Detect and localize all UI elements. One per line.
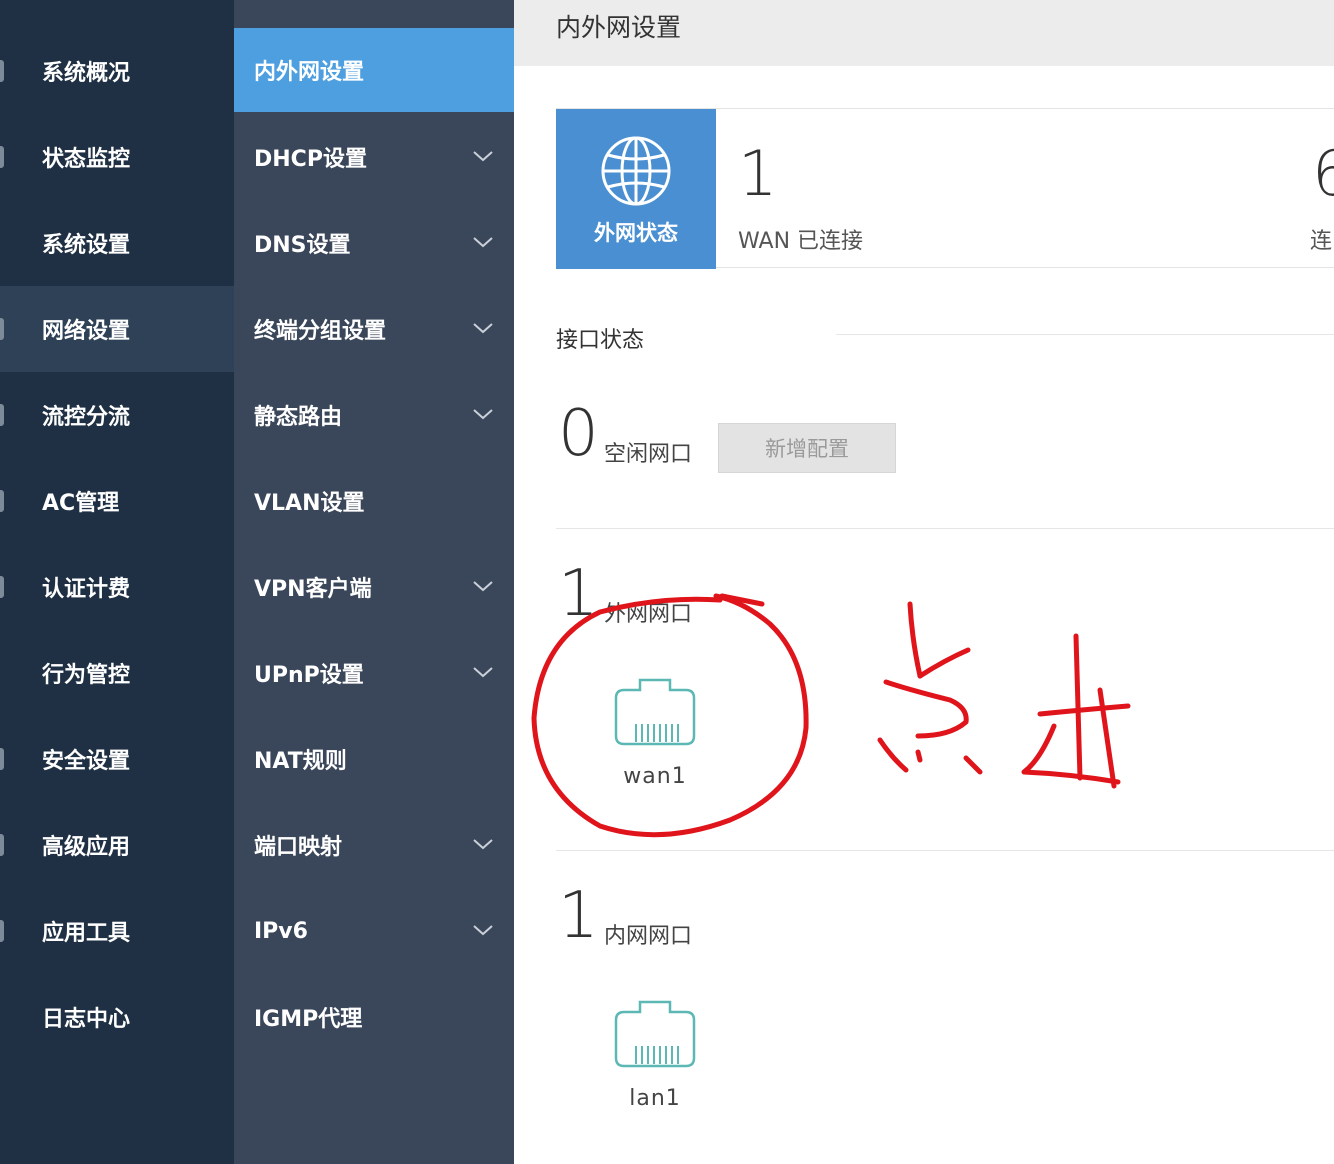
nav2-item-terminal-group[interactable]: 终端分组设置 bbox=[234, 286, 514, 372]
port-wan1[interactable]: wan1 bbox=[600, 676, 710, 806]
add-config-button[interactable]: 新增配置 bbox=[718, 423, 896, 473]
page-title: 内外网设置 bbox=[556, 13, 682, 42]
nav2-item-nat-rules[interactable]: NAT规则 bbox=[234, 716, 514, 802]
nav1-item-system-settings[interactable]: 系统设置 bbox=[0, 200, 234, 286]
nav1-item-system-overview[interactable]: 系统概况 bbox=[0, 28, 234, 114]
nav1-item-label: 高级应用 bbox=[42, 835, 131, 860]
chevron-down-icon bbox=[473, 409, 493, 420]
nav2-item-dhcp[interactable]: DHCP设置 bbox=[234, 114, 514, 200]
section-divider bbox=[556, 850, 1334, 851]
port-lan1[interactable]: lan1 bbox=[600, 998, 710, 1128]
nav1-edge-marker bbox=[0, 748, 4, 770]
nav1-item-label: 流控分流 bbox=[42, 405, 131, 430]
nav2-item-label: VLAN设置 bbox=[254, 491, 365, 516]
nav1-item-label: 日志中心 bbox=[42, 1007, 131, 1032]
nav1-item-label: 应用工具 bbox=[42, 921, 131, 946]
wan-connected-label: WAN 已连接 bbox=[738, 229, 864, 254]
nav2-item-label: VPN客户端 bbox=[254, 577, 372, 602]
section-divider bbox=[836, 334, 1334, 335]
nav1-item-behavior-control[interactable]: 行为管控 bbox=[0, 630, 234, 716]
nav2-item-dns[interactable]: DNS设置 bbox=[234, 200, 514, 286]
nav2-item-label: 内外网设置 bbox=[254, 60, 365, 85]
nav1-item-security-settings[interactable]: 安全设置 bbox=[0, 716, 234, 802]
wan-status-tile[interactable]: 外网状态 bbox=[556, 109, 716, 269]
main-content: 内外网设置 外网状态 1 WAN 已连接 6 连 接口状态 0 空闲网口 新增配… bbox=[514, 0, 1334, 1164]
nav2-item-label: 终端分组设置 bbox=[254, 319, 387, 344]
lan-port-count: 1 bbox=[558, 879, 599, 953]
idle-port-count: 0 bbox=[558, 397, 599, 471]
interface-status-title: 接口状态 bbox=[556, 328, 645, 353]
port-label: lan1 bbox=[629, 1086, 681, 1111]
secondary-sidebar: 内外网设置 DHCP设置 DNS设置 终端分组设置 静态路由 VLAN设置 VP… bbox=[234, 0, 514, 1164]
nav2-item-label: DNS设置 bbox=[254, 233, 351, 258]
nav2-item-label: 端口映射 bbox=[254, 835, 343, 860]
nav2-item-inner-outer-network[interactable]: 内外网设置 bbox=[234, 28, 514, 112]
second-stat-label: 连 bbox=[1310, 229, 1333, 254]
nav2-item-static-route[interactable]: 静态路由 bbox=[234, 372, 514, 458]
nav1-edge-marker bbox=[0, 318, 4, 340]
chevron-down-icon bbox=[473, 925, 493, 936]
nav2-item-label: IPv6 bbox=[254, 918, 308, 944]
section-divider bbox=[556, 528, 1334, 529]
nav1-item-label: AC管理 bbox=[42, 491, 120, 516]
nav1-item-label: 认证计费 bbox=[42, 577, 131, 602]
nav1-item-advanced-apps[interactable]: 高级应用 bbox=[0, 802, 234, 888]
nav1-edge-marker bbox=[0, 146, 4, 168]
nav1-item-network-settings[interactable]: 网络设置 bbox=[0, 286, 234, 372]
ethernet-port-icon bbox=[614, 1000, 696, 1068]
nav2-item-label: 静态路由 bbox=[254, 405, 343, 430]
nav1-item-label: 行为管控 bbox=[42, 663, 131, 688]
nav2-item-label: DHCP设置 bbox=[254, 147, 367, 172]
nav1-item-label: 系统设置 bbox=[42, 233, 131, 258]
chevron-down-icon bbox=[473, 323, 493, 334]
nav1-item-auth-billing[interactable]: 认证计费 bbox=[0, 544, 234, 630]
nav2-item-label: UPnP设置 bbox=[254, 663, 364, 688]
nav1-item-label: 安全设置 bbox=[42, 749, 131, 774]
nav1-edge-marker bbox=[0, 60, 4, 82]
idle-port-label: 空闲网口 bbox=[604, 442, 693, 467]
nav1-item-status-monitor[interactable]: 状态监控 bbox=[0, 114, 234, 200]
nav1-item-flow-control[interactable]: 流控分流 bbox=[0, 372, 234, 458]
wan-status-card: 外网状态 1 WAN 已连接 6 连 bbox=[556, 108, 1334, 269]
chevron-down-icon bbox=[473, 667, 493, 678]
nav1-item-ac-management[interactable]: AC管理 bbox=[0, 458, 234, 544]
nav1-edge-marker bbox=[0, 576, 4, 598]
nav2-item-label: NAT规则 bbox=[254, 749, 347, 774]
nav1-edge-marker bbox=[0, 920, 4, 942]
nav1-item-label: 系统概况 bbox=[42, 61, 131, 86]
nav2-item-igmp-proxy[interactable]: IGMP代理 bbox=[234, 974, 514, 1060]
nav2-item-label: IGMP代理 bbox=[254, 1007, 363, 1032]
chevron-down-icon bbox=[473, 839, 493, 850]
nav2-item-vlan[interactable]: VLAN设置 bbox=[234, 458, 514, 544]
chevron-down-icon bbox=[473, 151, 493, 162]
wan-port-label: 外网网口 bbox=[604, 602, 693, 627]
page-header: 内外网设置 bbox=[514, 0, 1334, 66]
second-stat-count: 6 bbox=[1312, 137, 1334, 210]
nav1-item-label: 网络设置 bbox=[42, 319, 131, 344]
nav1-edge-marker bbox=[0, 490, 4, 512]
nav2-item-port-mapping[interactable]: 端口映射 bbox=[234, 802, 514, 888]
wan-status-tile-label: 外网状态 bbox=[594, 221, 678, 245]
nav2-item-ipv6[interactable]: IPv6 bbox=[234, 888, 514, 974]
wan-connected-count: 1 bbox=[738, 137, 778, 210]
nav2-item-upnp[interactable]: UPnP设置 bbox=[234, 630, 514, 716]
nav1-edge-marker bbox=[0, 834, 4, 856]
ethernet-port-icon bbox=[614, 678, 696, 746]
nav1-edge-marker bbox=[0, 404, 4, 426]
wan-port-count: 1 bbox=[558, 557, 599, 631]
chevron-down-icon bbox=[473, 237, 493, 248]
chevron-down-icon bbox=[473, 581, 493, 592]
nav1-item-log-center[interactable]: 日志中心 bbox=[0, 974, 234, 1060]
lan-port-label: 内网网口 bbox=[604, 924, 693, 949]
port-label: wan1 bbox=[623, 764, 687, 789]
nav1-item-label: 状态监控 bbox=[42, 147, 131, 172]
nav1-item-app-tools[interactable]: 应用工具 bbox=[0, 888, 234, 974]
nav2-item-vpn-client[interactable]: VPN客户端 bbox=[234, 544, 514, 630]
primary-sidebar: 系统概况 状态监控 系统设置 网络设置 流控分流 AC管理 认证计费 行为管控 … bbox=[0, 0, 234, 1164]
globe-icon bbox=[601, 136, 671, 206]
